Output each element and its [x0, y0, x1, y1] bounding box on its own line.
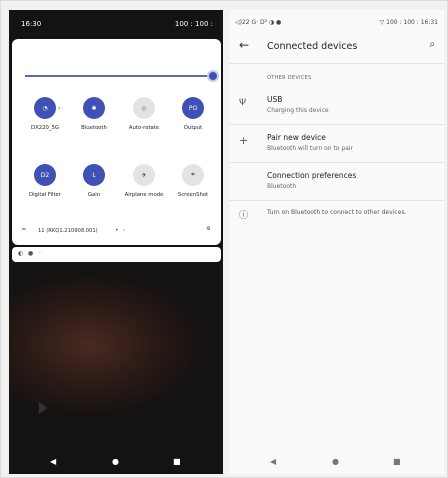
info-icon: ⓘ: [239, 211, 249, 221]
chevron-right-icon[interactable]: ›: [58, 105, 60, 112]
status-time: 16:30: [21, 20, 42, 28]
app-bar: ← Connected devices ⌕: [230, 34, 444, 62]
tile-digital-filter[interactable]: D2 Digital Filter: [20, 164, 70, 199]
list-item-subtitle: Charging this device: [267, 107, 329, 114]
output-icon: PO: [182, 97, 204, 119]
tile-label: DX220_5G: [31, 125, 59, 131]
list-item-title: USB: [267, 95, 283, 104]
tile-label: Auto-rotate: [128, 125, 160, 131]
nav-back-icon[interactable]: ◀: [50, 457, 56, 466]
tile-label: Airplane mode: [124, 192, 164, 198]
section-header: OTHER DEVICES: [267, 75, 312, 81]
filter-icon: D2: [34, 164, 56, 186]
tile-label: ScreenShot: [177, 192, 209, 198]
bluetooth-info-row: ⓘ Turn on Bluetooth to connect to other …: [230, 206, 444, 226]
right-phone-screen: ◁)22 G· D² ◑ ● ▽ 100 : 100 : 16:31 ← Con…: [230, 10, 444, 474]
list-item-connection-preferences[interactable]: Connection preferences Bluetooth: [230, 170, 444, 200]
status-right-info: ▽ 100 : 100 : 16:31: [379, 19, 438, 26]
gain-icon: L: [83, 164, 105, 186]
brightness-slider-track[interactable]: [25, 75, 211, 77]
plus-icon: +: [239, 134, 249, 147]
quick-settings-panel: ◔ › DX220_5G ✱ Bluetooth ◇ Auto-rotate P…: [12, 39, 221, 245]
quick-settings-footer: ✏ 11 (RKQ1.210908.001) • ◦ ⚙: [22, 226, 217, 237]
divider: [230, 162, 444, 163]
page-title: Connected devices: [267, 41, 358, 52]
status-bar: 16:30 100 : 100 :: [9, 10, 223, 36]
notification-icon: ◐: [18, 250, 24, 257]
list-item-usb[interactable]: Ψ USB Charging this device: [230, 94, 444, 124]
divider: [230, 200, 444, 201]
nav-back-icon[interactable]: ◀: [270, 457, 276, 466]
usb-icon: Ψ: [239, 98, 247, 108]
tile-output[interactable]: PO Output: [168, 97, 218, 132]
list-item-pair-new-device[interactable]: + Pair new device Bluetooth will turn on…: [230, 132, 444, 162]
play-icon: [39, 402, 47, 414]
wifi-icon: ◔: [34, 97, 56, 119]
notification-icon: ●: [28, 250, 34, 257]
nav-home-icon[interactable]: ●: [112, 457, 119, 466]
tile-label: Output: [183, 125, 203, 131]
tile-wifi[interactable]: ◔ › DX220_5G: [20, 97, 70, 132]
navigation-bar: ◀ ● ■: [9, 451, 223, 471]
status-bar: ◁)22 G· D² ◑ ● ▽ 100 : 100 : 16:31: [230, 10, 444, 30]
rotate-icon: ◇: [133, 97, 155, 119]
divider: [230, 63, 444, 64]
list-item-title: Connection preferences: [267, 171, 357, 180]
search-icon[interactable]: ⌕: [429, 39, 435, 50]
list-item-subtitle: Bluetooth will turn on to pair: [267, 145, 354, 152]
build-number: 11 (RKQ1.210908.001): [38, 228, 98, 234]
back-arrow-icon[interactable]: ←: [239, 38, 249, 52]
status-battery: 100 : 100 :: [174, 20, 213, 28]
page-indicator-dots: • ◦: [115, 227, 127, 234]
info-text: Turn on Bluetooth to connect to other de…: [267, 209, 407, 216]
nav-recents-icon[interactable]: ■: [393, 457, 401, 466]
edit-pencil-icon[interactable]: ✏: [22, 227, 26, 233]
navigation-bar: ◀ ● ■: [230, 451, 444, 471]
airplane-icon: ✈: [133, 164, 155, 186]
brightness-slider-thumb[interactable]: [207, 70, 219, 82]
tile-airplane-mode[interactable]: ✈ Airplane mode: [119, 164, 169, 199]
divider: [230, 124, 444, 125]
list-item-title: Pair new device: [267, 133, 326, 142]
left-phone-screen: 16:30 100 : 100 : ◔ › DX220_5G ✱ Bluetoo…: [9, 10, 223, 474]
status-left-icons: ◁)22 G· D² ◑ ●: [235, 19, 282, 26]
tile-auto-rotate[interactable]: ◇ Auto-rotate: [119, 97, 169, 132]
screenshot-frame: 16:30 100 : 100 : ◔ › DX220_5G ✱ Bluetoo…: [0, 0, 448, 478]
tile-label: Bluetooth: [81, 125, 107, 131]
tile-label: Gain: [87, 192, 101, 198]
tile-screenshot[interactable]: ⌗ ScreenShot: [168, 164, 218, 199]
tile-label: Digital Filter: [29, 192, 61, 198]
settings-gear-icon[interactable]: ⚙: [206, 226, 211, 232]
notification-strip[interactable]: ◐ ● ·: [12, 247, 221, 262]
tile-bluetooth[interactable]: ✱ Bluetooth: [69, 97, 119, 132]
bluetooth-icon: ✱: [83, 97, 105, 119]
list-item-subtitle: Bluetooth: [267, 183, 297, 190]
notification-icon: ·: [39, 250, 41, 257]
nav-home-icon[interactable]: ●: [332, 457, 339, 466]
tile-gain[interactable]: L Gain: [69, 164, 119, 199]
nav-recents-icon[interactable]: ■: [173, 457, 181, 466]
crop-icon: ⌗: [182, 164, 204, 186]
